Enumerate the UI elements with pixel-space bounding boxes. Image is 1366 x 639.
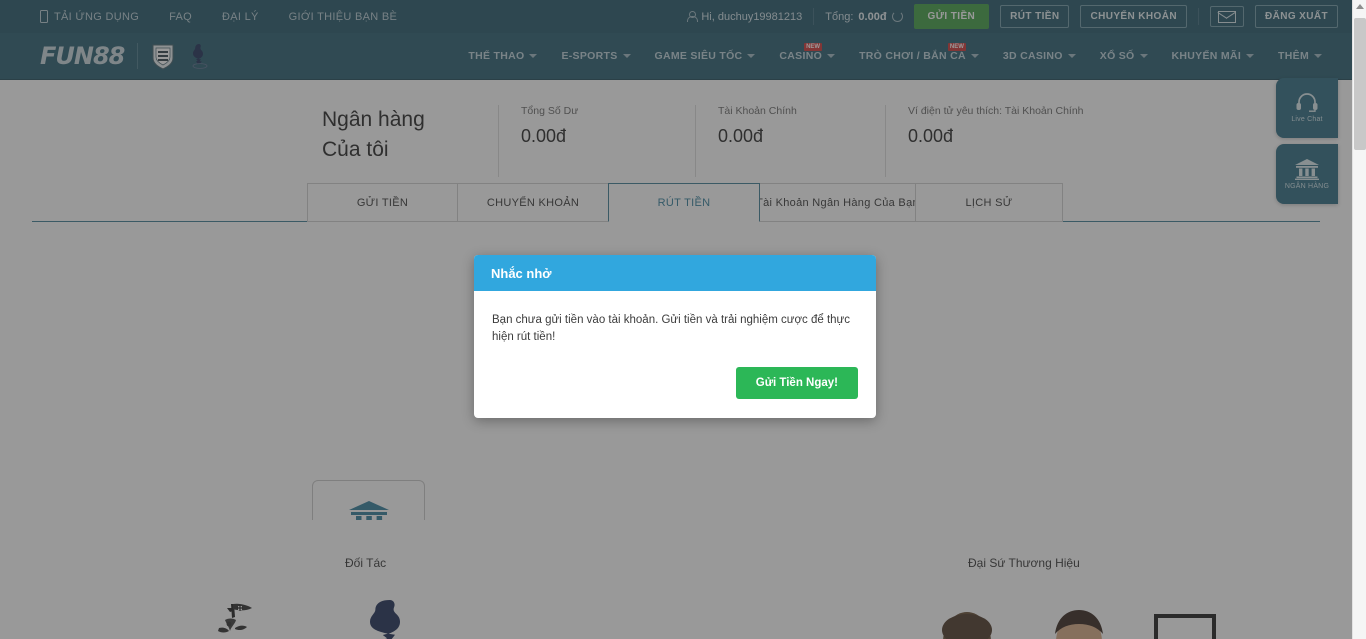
dialog-title: Nhắc nhở [491, 265, 552, 281]
app-window: TẢI ỨNG DỤNG FAQ ĐẠI LÝ GIỚI THIỆU BẠN B… [0, 0, 1366, 639]
dialog-message: Bạn chưa gửi tiền vào tài khoản. Gửi tiề… [492, 314, 850, 344]
reminder-dialog: Nhắc nhở Bạn chưa gửi tiền vào tài khoản… [474, 255, 876, 418]
dialog-header: Nhắc nhở [474, 255, 876, 291]
deposit-now-button[interactable]: Gửi Tiền Ngay! [735, 366, 858, 399]
scrollbar-thumb[interactable] [1354, 18, 1366, 150]
dialog-body: Bạn chưa gửi tiền vào tài khoản. Gửi tiề… [474, 291, 876, 418]
vertical-scrollbar[interactable] [1352, 0, 1366, 639]
scroll-up-arrow-icon[interactable] [1356, 4, 1364, 9]
dialog-actions: Gửi Tiền Ngay! [492, 366, 858, 399]
